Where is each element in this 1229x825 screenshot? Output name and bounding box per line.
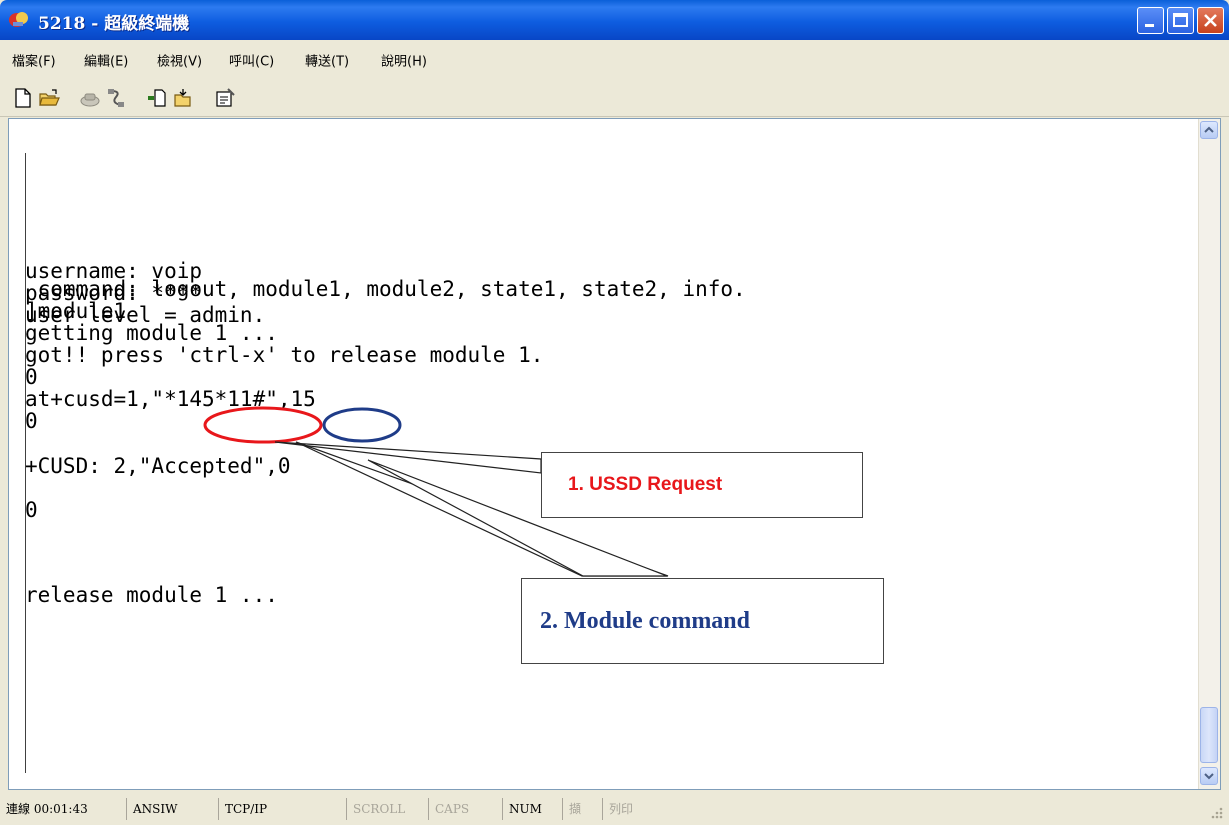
protocol: TCP/IP	[218, 798, 346, 820]
menu-edit[interactable]: 編輯(E)	[84, 51, 128, 70]
maximize-icon	[1173, 13, 1188, 27]
scroll-lock-indicator: SCROLL	[346, 798, 428, 820]
terminal-line: command: logout, module1, module2, state…	[25, 277, 746, 301]
window-title: 5218 - 超級終端機	[38, 14, 190, 34]
menu-call[interactable]: 呼叫(C)	[229, 51, 274, 70]
terminal-line: getting module 1 ...	[25, 321, 278, 345]
title-bar[interactable]: 5218 - 超級終端機	[0, 0, 1229, 40]
maximize-button[interactable]	[1167, 7, 1194, 34]
hyperterminal-window: 5218 - 超級終端機 檔案(F) 編輯(E) 檢視(V) 呼叫(C) 轉送(…	[0, 0, 1229, 825]
emulation-type: ANSIW	[126, 798, 218, 820]
close-icon	[1204, 14, 1217, 27]
caps-lock-indicator: CAPS	[428, 798, 502, 820]
minimize-button[interactable]	[1137, 7, 1164, 34]
scroll-up-button[interactable]	[1200, 121, 1218, 139]
terminal-line: release module 1 ...	[25, 583, 278, 607]
terminal-line: 0	[25, 409, 38, 433]
menu-transfer[interactable]: 轉送(T)	[305, 51, 349, 70]
terminal-line: got!! press 'ctrl-x' to release module 1…	[25, 343, 544, 367]
close-button[interactable]	[1197, 7, 1224, 34]
new-file-icon[interactable]	[12, 87, 34, 109]
terminal-line: +CUSD: 2,"Accepted",0	[25, 454, 291, 478]
capture-indicator: 擷	[562, 798, 602, 820]
scroll-down-button[interactable]	[1200, 767, 1218, 785]
menu-help[interactable]: 說明(H)	[381, 51, 427, 70]
send-file-icon[interactable]	[146, 87, 168, 109]
terminal-line: at+cusd=1,"*145*11#",15	[25, 387, 316, 411]
menu-view[interactable]: 檢視(V)	[157, 51, 202, 70]
menu-bar: 檔案(F) 編輯(E) 檢視(V) 呼叫(C) 轉送(T) 說明(H)	[0, 40, 1229, 81]
chevron-down-icon	[1204, 773, 1214, 780]
terminal-line: 0	[25, 365, 38, 389]
menu-file[interactable]: 檔案(F)	[12, 51, 56, 70]
resize-grip-icon[interactable]	[1208, 804, 1224, 820]
module-command-label: 2. Module command	[540, 607, 750, 634]
num-lock-indicator: NUM	[502, 798, 562, 820]
toolbar	[0, 80, 1229, 117]
open-folder-icon[interactable]	[38, 87, 60, 109]
chevron-up-icon	[1204, 126, 1214, 133]
ussd-request-callout: 1. USSD Request	[541, 452, 863, 518]
status-bar: 連線 00:01:43 ANSIW TCP/IP SCROLL CAPS NUM…	[0, 794, 1229, 825]
disconnect-icon[interactable]	[105, 87, 127, 109]
module-command-callout: 2. Module command	[521, 578, 884, 664]
vertical-scrollbar[interactable]	[1198, 119, 1220, 789]
properties-icon[interactable]	[214, 87, 236, 109]
call-icon[interactable]	[79, 87, 101, 109]
connection-time: 連線 00:01:43	[6, 802, 88, 816]
terminal-line: ]module1	[25, 299, 127, 323]
minimize-icon	[1145, 24, 1154, 27]
scroll-thumb[interactable]	[1200, 707, 1218, 763]
terminal-line: 0	[25, 498, 38, 522]
print-echo-indicator: 列印	[602, 798, 657, 820]
receive-file-icon[interactable]	[172, 87, 194, 109]
hyperterminal-app-icon	[9, 12, 28, 27]
ussd-request-label: 1. USSD Request	[568, 474, 723, 495]
